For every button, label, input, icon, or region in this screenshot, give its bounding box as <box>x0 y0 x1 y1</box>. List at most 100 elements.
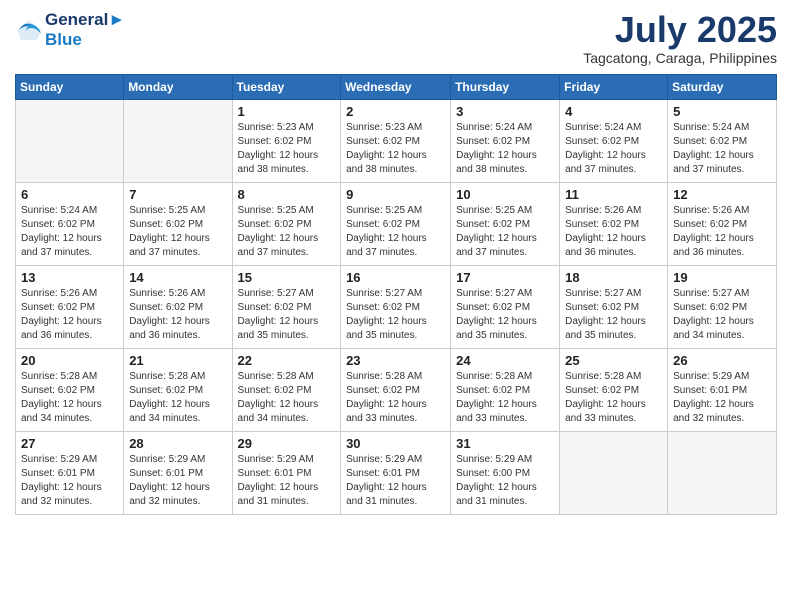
day-number: 12 <box>673 187 771 202</box>
day-number: 18 <box>565 270 662 285</box>
logo-text: General► Blue <box>45 10 125 49</box>
logo-icon <box>15 16 43 44</box>
day-info: Sunrise: 5:27 AM Sunset: 6:02 PM Dayligh… <box>673 287 771 343</box>
day-number: 13 <box>21 270 118 285</box>
day-number: 17 <box>456 270 554 285</box>
calendar-cell: 27Sunrise: 5:29 AM Sunset: 6:01 PM Dayli… <box>16 431 124 514</box>
day-number: 7 <box>129 187 226 202</box>
calendar-cell: 29Sunrise: 5:29 AM Sunset: 6:01 PM Dayli… <box>232 431 341 514</box>
calendar-cell: 15 Sunrise: 5:27 AM Sunset: 6:02 PM Dayli… <box>232 265 341 348</box>
day-number: 16 <box>346 270 445 285</box>
calendar-cell: 4 Sunrise: 5:24 AM Sunset: 6:02 PM Daylig… <box>560 99 668 182</box>
calendar-cell <box>668 431 777 514</box>
calendar-cell: 21 Sunrise: 5:28 AM Sunset: 6:02 PM Dayli… <box>124 348 232 431</box>
day-info: Sunrise: 5:26 AM Sunset: 6:02 PM Dayligh… <box>565 204 662 260</box>
day-number: 21 <box>129 353 226 368</box>
day-number: 22 <box>238 353 336 368</box>
calendar-cell: 16 Sunrise: 5:27 AM Sunset: 6:02 PM Dayli… <box>341 265 451 348</box>
day-info: Sunrise: 5:23 AM Sunset: 6:02 PM Dayligh… <box>238 121 336 177</box>
day-info: Sunrise: 5:28 AM Sunset: 6:02 PM Dayligh… <box>129 370 226 426</box>
day-info: Sunrise: 5:25 AM Sunset: 6:02 PM Dayligh… <box>238 204 336 260</box>
calendar-cell: 2Sunrise: 5:23 AM Sunset: 6:02 PM Daylig… <box>341 99 451 182</box>
day-number: 27 <box>21 436 118 451</box>
day-number: 20 <box>21 353 118 368</box>
calendar-cell: 25 Sunrise: 5:28 AM Sunset: 6:02 PM Dayli… <box>560 348 668 431</box>
day-number: 31 <box>456 436 554 451</box>
weekday-header-wednesday: Wednesday <box>341 74 451 99</box>
day-number: 3 <box>456 104 554 119</box>
calendar-cell: 26 Sunrise: 5:29 AM Sunset: 6:01 PM Dayli… <box>668 348 777 431</box>
calendar-cell: 8 Sunrise: 5:25 AM Sunset: 6:02 PM Daylig… <box>232 182 341 265</box>
day-number: 24 <box>456 353 554 368</box>
weekday-header-saturday: Saturday <box>668 74 777 99</box>
day-info: Sunrise: 5:28 AM Sunset: 6:02 PM Dayligh… <box>565 370 662 426</box>
calendar-week-row: 6Sunrise: 5:24 AM Sunset: 6:02 PM Daylig… <box>16 182 777 265</box>
day-info: Sunrise: 5:23 AM Sunset: 6:02 PM Dayligh… <box>346 121 445 177</box>
title-block: July 2025 Tagcatong, Caraga, Philippines <box>583 10 777 66</box>
day-number: 8 <box>238 187 336 202</box>
day-number: 1 <box>238 104 336 119</box>
calendar-week-row: 13 Sunrise: 5:26 AM Sunset: 6:02 PM Dayli… <box>16 265 777 348</box>
calendar-table: SundayMondayTuesdayWednesdayThursdayFrid… <box>15 74 777 515</box>
day-info: Sunrise: 5:29 AM Sunset: 6:01 PM Dayligh… <box>673 370 771 426</box>
day-number: 9 <box>346 187 445 202</box>
day-info: Sunrise: 5:28 AM Sunset: 6:02 PM Dayligh… <box>238 370 336 426</box>
day-info: Sunrise: 5:28 AM Sunset: 6:02 PM Dayligh… <box>456 370 554 426</box>
day-info: Sunrise: 5:29 AM Sunset: 6:01 PM Dayligh… <box>346 453 445 509</box>
calendar-cell: 12Sunrise: 5:26 AM Sunset: 6:02 PM Dayli… <box>668 182 777 265</box>
calendar-cell <box>124 99 232 182</box>
day-info: Sunrise: 5:25 AM Sunset: 6:02 PM Dayligh… <box>129 204 226 260</box>
calendar-cell: 6Sunrise: 5:24 AM Sunset: 6:02 PM Daylig… <box>16 182 124 265</box>
calendar-week-row: 1 Sunrise: 5:23 AM Sunset: 6:02 PM Daylig… <box>16 99 777 182</box>
day-number: 28 <box>129 436 226 451</box>
day-info: Sunrise: 5:27 AM Sunset: 6:02 PM Dayligh… <box>238 287 336 343</box>
day-number: 4 <box>565 104 662 119</box>
day-number: 26 <box>673 353 771 368</box>
calendar-cell: 22 Sunrise: 5:28 AM Sunset: 6:02 PM Dayli… <box>232 348 341 431</box>
calendar-cell <box>560 431 668 514</box>
calendar-header-row: SundayMondayTuesdayWednesdayThursdayFrid… <box>16 74 777 99</box>
day-info: Sunrise: 5:24 AM Sunset: 6:02 PM Dayligh… <box>21 204 118 260</box>
weekday-header-monday: Monday <box>124 74 232 99</box>
day-info: Sunrise: 5:25 AM Sunset: 6:02 PM Dayligh… <box>456 204 554 260</box>
calendar-cell: 30Sunrise: 5:29 AM Sunset: 6:01 PM Dayli… <box>341 431 451 514</box>
calendar-cell: 1 Sunrise: 5:23 AM Sunset: 6:02 PM Daylig… <box>232 99 341 182</box>
calendar-cell: 31Sunrise: 5:29 AM Sunset: 6:00 PM Dayli… <box>451 431 560 514</box>
day-info: Sunrise: 5:28 AM Sunset: 6:02 PM Dayligh… <box>346 370 445 426</box>
month-title: July 2025 <box>583 10 777 50</box>
day-number: 14 <box>129 270 226 285</box>
weekday-header-thursday: Thursday <box>451 74 560 99</box>
page: General► Blue July 2025 Tagcatong, Carag… <box>0 0 792 612</box>
calendar-cell: 18Sunrise: 5:27 AM Sunset: 6:02 PM Dayli… <box>560 265 668 348</box>
day-info: Sunrise: 5:29 AM Sunset: 6:01 PM Dayligh… <box>129 453 226 509</box>
header: General► Blue July 2025 Tagcatong, Carag… <box>15 10 777 66</box>
calendar-cell: 10Sunrise: 5:25 AM Sunset: 6:02 PM Dayli… <box>451 182 560 265</box>
day-info: Sunrise: 5:26 AM Sunset: 6:02 PM Dayligh… <box>129 287 226 343</box>
day-info: Sunrise: 5:24 AM Sunset: 6:02 PM Dayligh… <box>565 121 662 177</box>
calendar-week-row: 27 Sunrise: 5:29 AM Sunset: 6:01 PM Dayli… <box>16 431 777 514</box>
calendar-cell: 5Sunrise: 5:24 AM Sunset: 6:02 PM Daylig… <box>668 99 777 182</box>
day-number: 19 <box>673 270 771 285</box>
day-info: Sunrise: 5:25 AM Sunset: 6:02 PM Dayligh… <box>346 204 445 260</box>
calendar-cell: 17 Sunrise: 5:27 AM Sunset: 6:02 PM Dayli… <box>451 265 560 348</box>
weekday-header-friday: Friday <box>560 74 668 99</box>
calendar-cell: 24 Sunrise: 5:28 AM Sunset: 6:02 PM Dayli… <box>451 348 560 431</box>
day-number: 11 <box>565 187 662 202</box>
calendar-cell: 19 Sunrise: 5:27 AM Sunset: 6:02 PM Dayli… <box>668 265 777 348</box>
day-info: Sunrise: 5:28 AM Sunset: 6:02 PM Dayligh… <box>21 370 118 426</box>
logo: General► Blue <box>15 10 125 49</box>
day-info: Sunrise: 5:24 AM Sunset: 6:02 PM Dayligh… <box>456 121 554 177</box>
calendar-cell: 20 Sunrise: 5:28 AM Sunset: 6:02 PM Dayli… <box>16 348 124 431</box>
day-info: Sunrise: 5:27 AM Sunset: 6:02 PM Dayligh… <box>346 287 445 343</box>
calendar-week-row: 20 Sunrise: 5:28 AM Sunset: 6:02 PM Dayli… <box>16 348 777 431</box>
day-info: Sunrise: 5:26 AM Sunset: 6:02 PM Dayligh… <box>21 287 118 343</box>
day-info: Sunrise: 5:27 AM Sunset: 6:02 PM Dayligh… <box>456 287 554 343</box>
calendar-cell: 23Sunrise: 5:28 AM Sunset: 6:02 PM Dayli… <box>341 348 451 431</box>
day-number: 25 <box>565 353 662 368</box>
weekday-header-tuesday: Tuesday <box>232 74 341 99</box>
day-number: 5 <box>673 104 771 119</box>
calendar-cell: 14 Sunrise: 5:26 AM Sunset: 6:02 PM Dayli… <box>124 265 232 348</box>
day-number: 29 <box>238 436 336 451</box>
day-number: 15 <box>238 270 336 285</box>
calendar-cell: 3 Sunrise: 5:24 AM Sunset: 6:02 PM Daylig… <box>451 99 560 182</box>
